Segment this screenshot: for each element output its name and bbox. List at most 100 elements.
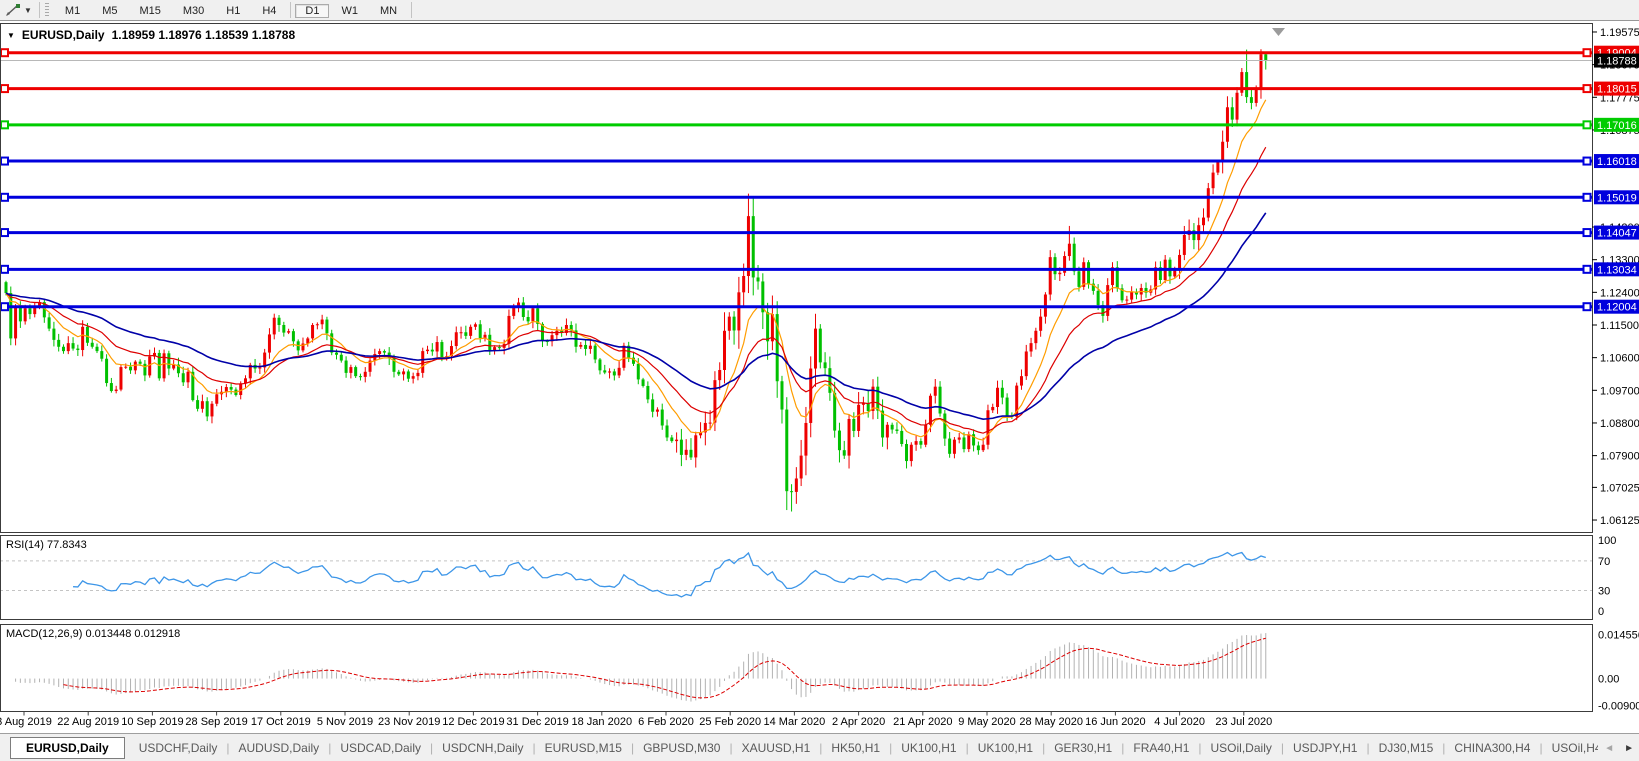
price-tick: 1.09700 bbox=[1600, 385, 1639, 397]
chart-tab-eurusd-daily[interactable]: EURUSD,Daily bbox=[10, 737, 125, 759]
date-label: 22 Aug 2019 bbox=[57, 716, 119, 728]
hline-handle bbox=[1584, 121, 1591, 128]
date-label: 18 Jan 2020 bbox=[572, 716, 633, 728]
chart-ohlc-values: 1.18959 1.18976 1.18539 1.18788 bbox=[112, 28, 296, 42]
toolbar-separator bbox=[290, 2, 291, 18]
chart-tab-hk50-h1[interactable]: HK50,H1 bbox=[822, 738, 889, 758]
chart-tab-usdcnh-daily[interactable]: USDCNH,Daily bbox=[433, 738, 532, 758]
chart-tab-uk100-h1[interactable]: UK100,H1 bbox=[969, 738, 1042, 758]
timeframe-button-mn[interactable]: MN bbox=[370, 4, 407, 18]
price-tick: 1.07025 bbox=[1600, 482, 1639, 494]
chart-title[interactable]: ▼ EURUSD,Daily 1.18959 1.18976 1.18539 1… bbox=[7, 28, 295, 42]
price-tick: 1.19575 bbox=[1600, 27, 1639, 39]
main-chart-frame bbox=[1, 24, 1593, 533]
date-label: 2 Apr 2020 bbox=[832, 716, 885, 728]
chart-tab-eurusd-m15[interactable]: EURUSD,M15 bbox=[536, 738, 631, 758]
hlines-layer bbox=[0, 49, 1592, 310]
rsi-tick: 100 bbox=[1598, 535, 1616, 547]
price-axis[interactable]: 1.195751.186751.177751.168751.142001.133… bbox=[1592, 27, 1639, 527]
date-label: 23 Nov 2019 bbox=[378, 716, 440, 728]
timeframe-group-intraday: M1M5M15M30H1H4 bbox=[54, 1, 288, 19]
macd-label: MACD(12,26,9) 0.013448 0.012918 bbox=[6, 628, 180, 640]
svg-text:1.18015: 1.18015 bbox=[1597, 84, 1637, 96]
svg-text:1.12004: 1.12004 bbox=[1597, 302, 1637, 314]
price-tick: 1.06125 bbox=[1600, 515, 1639, 527]
candles-layer bbox=[5, 49, 1268, 511]
price-tick: 1.07900 bbox=[1600, 451, 1639, 463]
date-label: 21 Apr 2020 bbox=[893, 716, 952, 728]
hline-handle bbox=[1584, 85, 1591, 92]
date-label: 28 May 2020 bbox=[1019, 716, 1083, 728]
rsi-panel[interactable]: 10070300 bbox=[0, 535, 1639, 623]
date-label: 9 May 2020 bbox=[958, 716, 1015, 728]
svg-text:1.14047: 1.14047 bbox=[1597, 228, 1637, 240]
chart-tab-usdchf-daily[interactable]: USDCHF,Daily bbox=[130, 738, 227, 758]
timeframe-toolbar: ▼ M1M5M15M30H1H4 D1W1MN bbox=[0, 0, 1639, 21]
date-label: 12 Dec 2019 bbox=[442, 716, 504, 728]
chart-tab-fra40-h1[interactable]: FRA40,H1 bbox=[1124, 738, 1198, 758]
timeframe-button-m15[interactable]: M15 bbox=[129, 4, 170, 18]
timeframe-button-m1[interactable]: M1 bbox=[55, 4, 90, 18]
hline-handle bbox=[1584, 229, 1591, 236]
chart-tab-usdcad-daily[interactable]: USDCAD,Daily bbox=[331, 738, 430, 758]
rsi-tick: 70 bbox=[1598, 556, 1610, 568]
ma-medium-line bbox=[6, 147, 1266, 433]
chart-tab-uk100-h1[interactable]: UK100,H1 bbox=[892, 738, 965, 758]
chart-tab-usoil-daily[interactable]: USOil,Daily bbox=[1202, 738, 1281, 758]
chart-tab-dj30-m15[interactable]: DJ30,M15 bbox=[1370, 738, 1443, 758]
chart-tab-gbpusd-m30[interactable]: GBPUSD,M30 bbox=[634, 738, 729, 758]
price-tick: 1.11500 bbox=[1600, 320, 1639, 332]
line-tool-icon[interactable] bbox=[2, 2, 24, 18]
macd-tick: -0.009001 bbox=[1598, 701, 1639, 713]
date-label: 23 Jul 2020 bbox=[1215, 716, 1272, 728]
hline-handle bbox=[1, 303, 8, 310]
price-tick: 1.08800 bbox=[1600, 418, 1639, 430]
svg-text:1.16018: 1.16018 bbox=[1597, 156, 1637, 168]
hline-handle bbox=[1584, 303, 1591, 310]
hline-handle bbox=[1584, 266, 1591, 273]
timeframe-button-h4[interactable]: H4 bbox=[252, 4, 286, 18]
tab-scroll-left-icon[interactable]: ◄ bbox=[1604, 743, 1614, 754]
timeframe-group-higher: D1W1MN bbox=[294, 1, 408, 19]
date-label: 6 Feb 2020 bbox=[638, 716, 694, 728]
timeframe-button-h1[interactable]: H1 bbox=[216, 4, 250, 18]
tool-dropdown-caret-icon[interactable]: ▼ bbox=[24, 6, 32, 15]
timeframe-button-d1[interactable]: D1 bbox=[295, 4, 329, 18]
svg-text:1.18788: 1.18788 bbox=[1597, 56, 1637, 68]
date-label: 4 Jul 2020 bbox=[1154, 716, 1205, 728]
date-label: 25 Feb 2020 bbox=[699, 716, 761, 728]
svg-text:1.15019: 1.15019 bbox=[1597, 192, 1637, 204]
ma-slow-line bbox=[6, 213, 1266, 419]
chart-shift-marker-icon bbox=[1272, 28, 1285, 36]
chart-tab-xauusd-h1[interactable]: XAUUSD,H1 bbox=[733, 738, 820, 758]
timeframe-button-m30[interactable]: M30 bbox=[173, 4, 214, 18]
hline-handle bbox=[1, 266, 8, 273]
macd-tick: 0.014556 bbox=[1598, 630, 1639, 642]
date-label: 14 Mar 2020 bbox=[764, 716, 826, 728]
main-chart[interactable]: 1.195751.186751.177751.168751.142001.133… bbox=[0, 23, 1639, 535]
hline-handle bbox=[1, 121, 8, 128]
chart-tab-bar: EURUSD,DailyUSDCHF,Daily|AUDUSD,Daily|US… bbox=[0, 733, 1639, 761]
hline-handle bbox=[1, 158, 8, 165]
tab-scroll-right-icon[interactable]: ► bbox=[1624, 743, 1634, 754]
price-tick: 1.10600 bbox=[1600, 353, 1639, 365]
chart-tab-ger30-h1[interactable]: GER30,H1 bbox=[1045, 738, 1121, 758]
rsi-tick: 0 bbox=[1598, 606, 1604, 618]
toolbar-grip[interactable] bbox=[45, 3, 49, 17]
chart-tab-usdjpy-h1[interactable]: USDJPY,H1 bbox=[1284, 738, 1366, 758]
time-axis[interactable]: 3 Aug 201922 Aug 201910 Sep 201928 Sep 2… bbox=[0, 716, 1592, 732]
price-tick: 1.12400 bbox=[1600, 287, 1639, 299]
timeframe-button-m5[interactable]: M5 bbox=[92, 4, 127, 18]
chart-tab-china300-h4[interactable]: CHINA300,H4 bbox=[1445, 738, 1539, 758]
macd-frame bbox=[1, 625, 1593, 712]
hline-handle bbox=[1584, 194, 1591, 201]
timeframe-button-w1[interactable]: W1 bbox=[331, 4, 368, 18]
date-label: 16 Jun 2020 bbox=[1085, 716, 1146, 728]
chart-dropdown-icon[interactable]: ▼ bbox=[7, 31, 15, 40]
hline-handle bbox=[1584, 49, 1591, 56]
chart-symbol-label: EURUSD,Daily bbox=[22, 28, 105, 42]
trading-terminal-window: ▼ M1M5M15M30H1H4 D1W1MN 1.195751.186751.… bbox=[0, 0, 1639, 761]
chart-tab-audusd-daily[interactable]: AUDUSD,Daily bbox=[230, 738, 329, 758]
date-label: 3 Aug 2019 bbox=[0, 716, 52, 728]
macd-panel[interactable]: 0.0145560.00-0.009001 bbox=[0, 624, 1639, 716]
